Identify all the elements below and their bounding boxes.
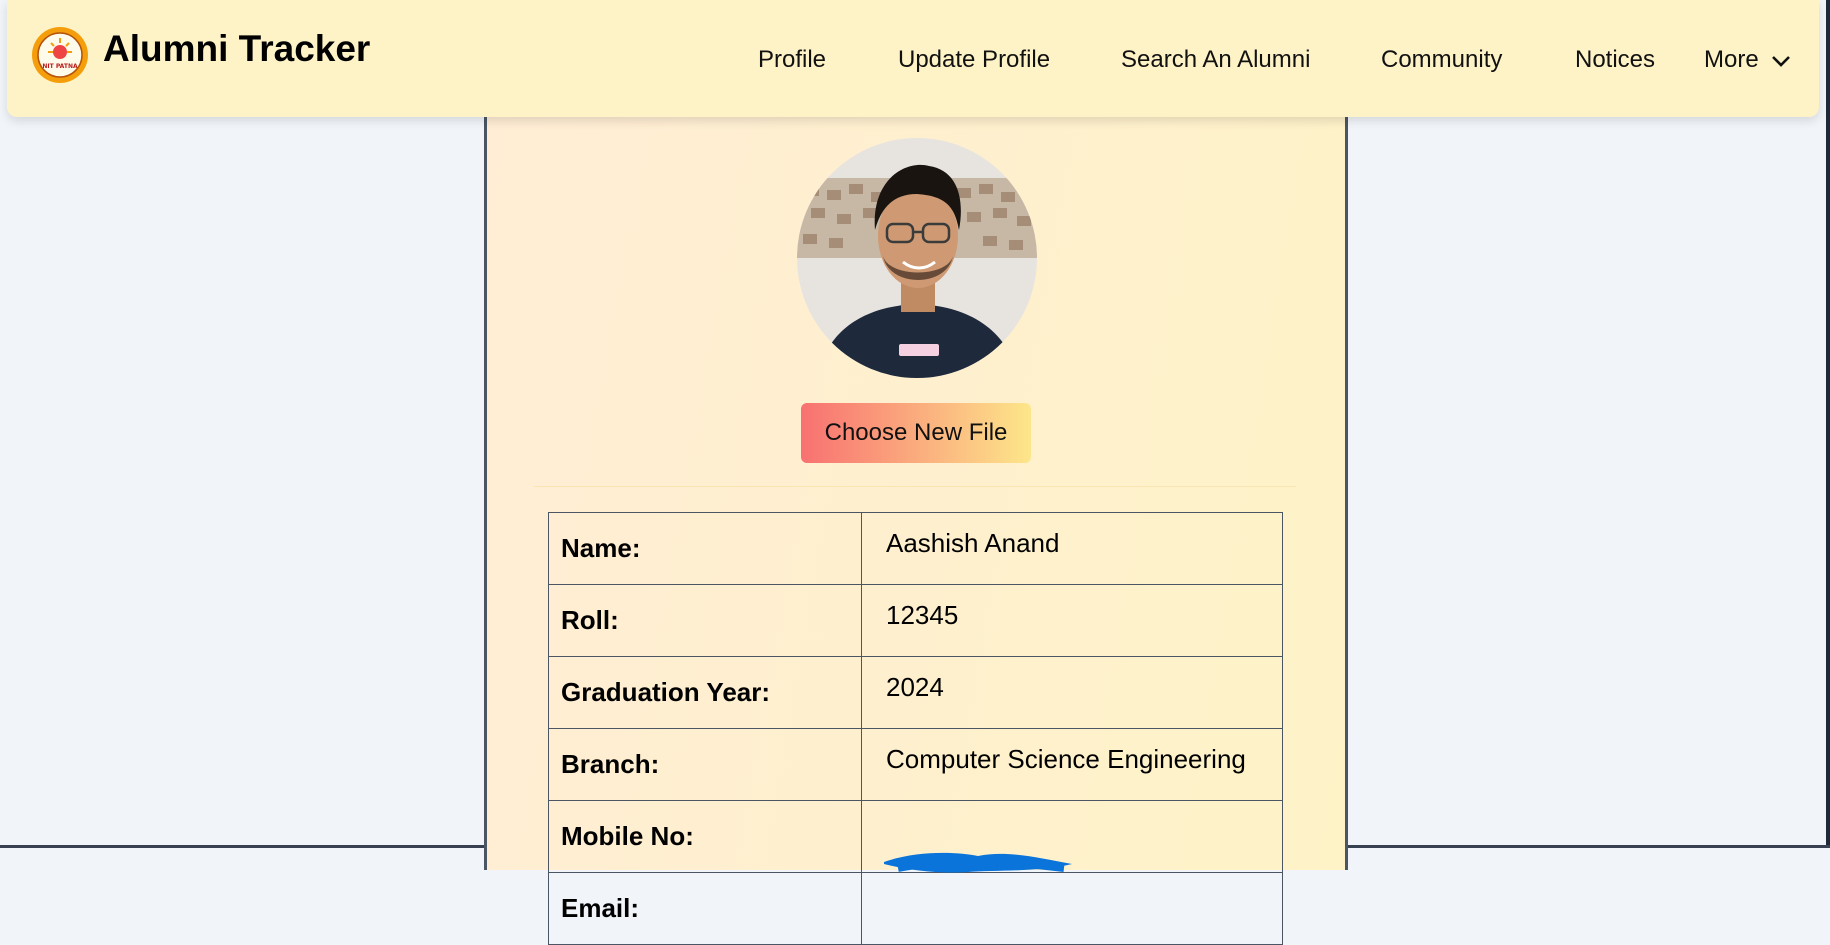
branch-value: Computer Science Engineering — [862, 729, 1283, 801]
profile-details-table: Name: Aashish Anand Roll: 12345 Graduati… — [548, 512, 1283, 945]
choose-new-file-button[interactable]: Choose New File — [801, 403, 1031, 463]
roll-value: 12345 — [862, 585, 1283, 657]
email-label: Email: — [549, 873, 862, 945]
nav-community[interactable]: Community — [1381, 46, 1502, 74]
table-row: Mobile No: — [549, 801, 1283, 873]
logo-text: NIT PATNA — [42, 63, 78, 70]
nav-more-label: More — [1704, 46, 1759, 73]
table-row: Graduation Year: 2024 — [549, 657, 1283, 729]
roll-label: Roll: — [549, 585, 862, 657]
table-row: Email: — [549, 873, 1283, 945]
table-row: Name: Aashish Anand — [549, 513, 1283, 585]
table-row: Branch: Computer Science Engineering — [549, 729, 1283, 801]
nit-patna-logo: NIT PATNA — [31, 26, 89, 84]
table-row: Roll: 12345 — [549, 585, 1283, 657]
nav-profile[interactable]: Profile — [758, 46, 826, 74]
divider — [534, 486, 1296, 487]
nav-notices[interactable]: Notices — [1575, 46, 1655, 74]
chevron-down-icon — [1771, 54, 1791, 68]
name-value: Aashish Anand — [862, 513, 1283, 585]
name-label: Name: — [549, 513, 862, 585]
mobile-label: Mobile No: — [549, 801, 862, 873]
nav-update-profile[interactable]: Update Profile — [898, 46, 1050, 74]
email-value — [862, 873, 1283, 945]
top-navbar: NIT PATNA Alumni Tracker Profile Update … — [7, 0, 1819, 117]
profile-card: Choose New File Name: Aashish Anand Roll… — [484, 90, 1348, 870]
nav-search-alumni[interactable]: Search An Alumni — [1121, 46, 1310, 74]
brand-title[interactable]: Alumni Tracker — [103, 28, 370, 70]
graduation-year-value: 2024 — [862, 657, 1283, 729]
mobile-value — [862, 801, 1283, 873]
window-border-right — [1826, 0, 1830, 848]
branch-label: Branch: — [549, 729, 862, 801]
graduation-year-label: Graduation Year: — [549, 657, 862, 729]
nav-more-dropdown[interactable]: More — [1704, 46, 1791, 74]
profile-avatar — [797, 138, 1037, 378]
